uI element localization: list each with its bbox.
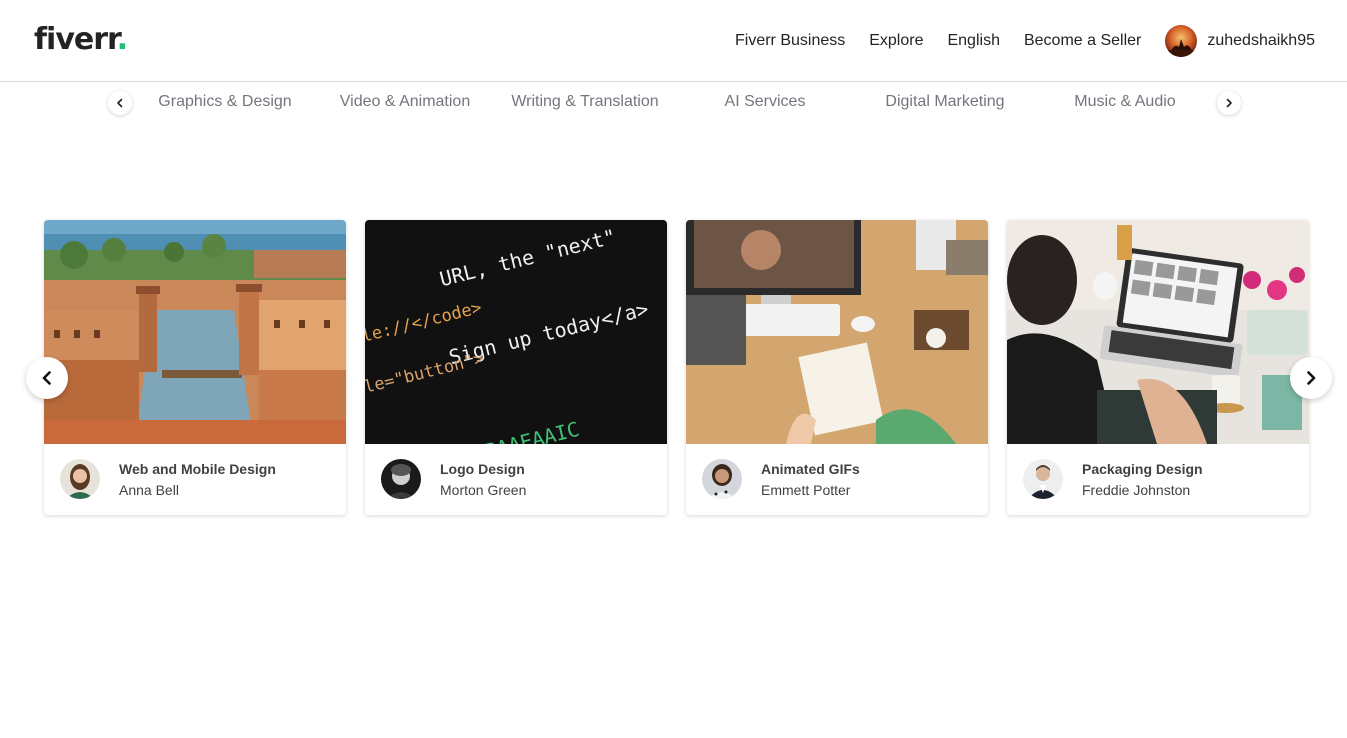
card-info: Animated GIFs Emmett Potter (686, 444, 988, 515)
fiverr-logo[interactable]: fiverr. (34, 20, 128, 60)
seller-card[interactable]: Animated GIFs Emmett Potter (686, 220, 988, 515)
card-seller-name: Emmett Potter (761, 482, 851, 498)
carousel-prev-button[interactable] (26, 357, 68, 399)
category-video-animation[interactable]: Video & Animation (315, 93, 495, 111)
seller-carousel: Web and Mobile Design Anna Bell URL, the… (0, 220, 1347, 520)
card-service-title: Packaging Design (1082, 461, 1203, 477)
seller-avatar (702, 459, 742, 499)
card-info: Packaging Design Freddie Johnston (1007, 444, 1309, 515)
card-service-title: Animated GIFs (761, 461, 860, 477)
category-graphics-design[interactable]: Graphics & Design (135, 93, 315, 111)
chevron-left-icon (117, 98, 123, 108)
card-service-title: Logo Design (440, 461, 525, 477)
seller-avatar (60, 459, 100, 499)
card-info: Logo Design Morton Green (365, 444, 667, 515)
card-seller-name: Freddie Johnston (1082, 482, 1191, 498)
card-seller-name: Morton Green (440, 482, 527, 498)
card-image-code: URL, the "next" file://</code> Sign up t… (365, 220, 667, 444)
user-menu[interactable]: zuhedshaikh95 (1165, 25, 1315, 57)
card-seller-name: Anna Bell (119, 482, 179, 498)
card-info: Web and Mobile Design Anna Bell (44, 444, 346, 515)
nav-english[interactable]: English (947, 32, 999, 50)
category-bar: Graphics & Design Video & Animation Writ… (0, 83, 1347, 123)
category-music-audio[interactable]: Music & Audio (1035, 93, 1215, 111)
seller-card[interactable]: URL, the "next" file://</code> Sign up t… (365, 220, 667, 515)
chevron-right-icon (1226, 98, 1232, 108)
card-service-title: Web and Mobile Design (119, 461, 276, 477)
category-ai-services[interactable]: AI Services (675, 93, 855, 111)
logo-dot: . (116, 22, 128, 57)
seller-card[interactable]: Packaging Design Freddie Johnston (1007, 220, 1309, 515)
chevron-left-icon (42, 371, 51, 385)
logo-text: fiverr (34, 22, 118, 57)
card-image-desk (686, 220, 988, 444)
category-digital-marketing[interactable]: Digital Marketing (855, 93, 1035, 111)
top-nav: Fiverr Business Explore English Become a… (735, 24, 1315, 58)
nav-become-seller[interactable]: Become a Seller (1024, 32, 1141, 50)
user-avatar (1165, 25, 1198, 57)
nav-explore[interactable]: Explore (869, 32, 923, 50)
card-image-laptop (1007, 220, 1309, 444)
username: zuhedshaikh95 (1207, 32, 1315, 49)
card-image-venice (44, 220, 346, 444)
category-prev-button[interactable] (108, 91, 132, 115)
chevron-right-icon (1307, 371, 1316, 385)
nav-fiverr-business[interactable]: Fiverr Business (735, 32, 845, 50)
seller-avatar (1023, 459, 1063, 499)
top-header: fiverr. Fiverr Business Explore English … (0, 0, 1347, 82)
seller-card[interactable]: Web and Mobile Design Anna Bell (44, 220, 346, 515)
carousel-next-button[interactable] (1290, 357, 1332, 399)
category-writing-translation[interactable]: Writing & Translation (495, 93, 675, 111)
seller-avatar (381, 459, 421, 499)
category-next-button[interactable] (1217, 91, 1241, 115)
